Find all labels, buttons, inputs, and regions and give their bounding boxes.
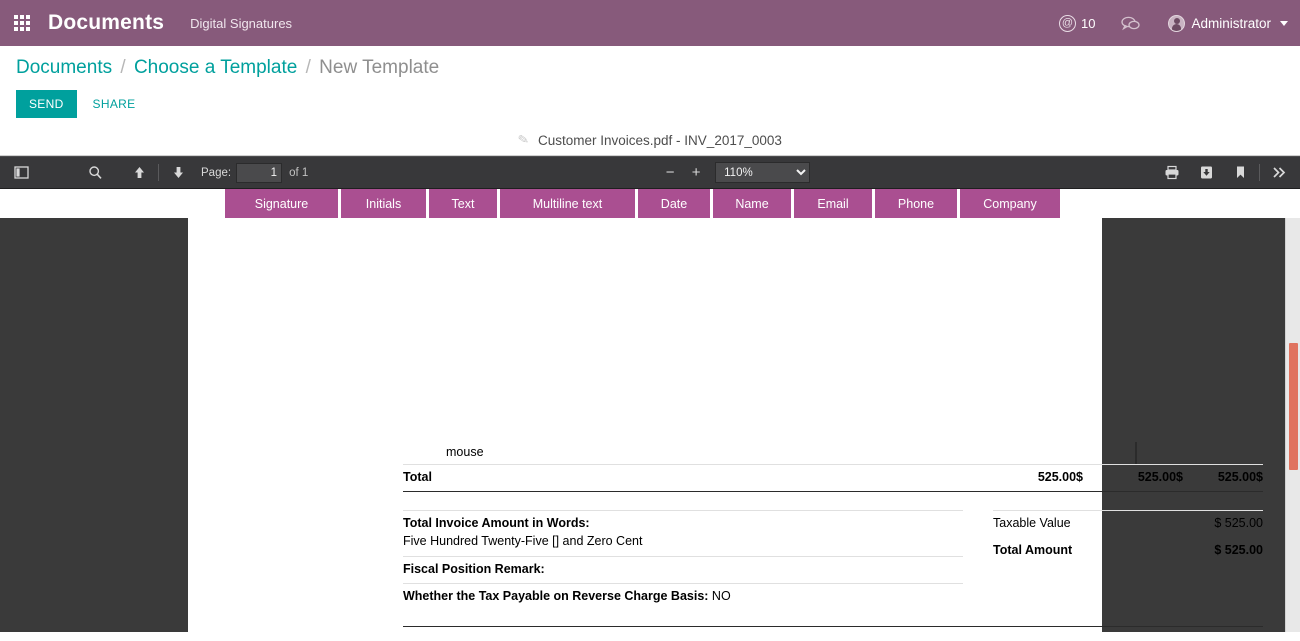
tab-name[interactable]: Name (713, 189, 791, 218)
tab-date[interactable]: Date (638, 189, 710, 218)
pdf-page[interactable]: mouse Total 525.00$ 525.00$ 525.00$ Tota… (188, 218, 1263, 632)
file-title-bar: ✎ Customer Invoices.pdf - INV_2017_0003 (0, 125, 1300, 156)
field-type-tabs: Signature Initials Text Multiline text D… (0, 189, 1300, 218)
tab-multiline-text[interactable]: Multiline text (500, 189, 635, 218)
zoom-select[interactable]: 110% (715, 162, 811, 183)
app-header: Documents Digital Signatures @ 10 Admini… (0, 0, 1300, 46)
amount-in-words-heading: Total Invoice Amount in Words: (403, 516, 590, 530)
rule-above-total (403, 464, 1263, 465)
fiscal-position-remark: Fiscal Position Remark: (403, 562, 545, 576)
reverse-charge-label: Whether the Tax Payable on Reverse Charg… (403, 589, 709, 603)
rule-above-reverse (403, 583, 963, 584)
scrollbar-thumb[interactable] (1289, 343, 1298, 470)
total-amount-value: $ 525.00 (1214, 543, 1263, 557)
double-chevron-right-icon[interactable] (1266, 162, 1292, 184)
amount-in-words-block: Total Invoice Amount in Words: Five Hund… (403, 516, 963, 548)
action-buttons: SEND SHARE (16, 90, 1300, 118)
header-right-tools: @ 10 Administrator (1059, 14, 1288, 32)
avatar (1168, 14, 1186, 32)
page-input[interactable] (236, 162, 283, 183)
taxable-value-amount: $ 525.00 (1214, 516, 1263, 530)
tax-summary: Taxable Value $ 525.00 Total Amount $ 52… (993, 516, 1263, 563)
total-value-3: 525.00$ (1217, 470, 1263, 484)
page-label: Page: (201, 166, 232, 179)
page-count: of 1 (289, 166, 309, 179)
tab-email[interactable]: Email (794, 189, 872, 218)
share-button[interactable]: SHARE (83, 90, 146, 118)
apps-grid-icon[interactable] (14, 15, 30, 31)
file-name: Customer Invoices.pdf - INV_2017_0003 (538, 132, 782, 148)
magnifier-icon[interactable] (82, 162, 108, 184)
chevron-down-icon (1280, 20, 1288, 26)
reverse-charge-value: NO (711, 589, 731, 603)
rule-above-terms (403, 626, 1263, 628)
toolbar-divider-2 (1259, 164, 1260, 181)
breadcrumb-separator-1: / (120, 57, 126, 78)
app-subtitle: Digital Signatures (190, 15, 293, 31)
control-panel: Documents / Choose a Template / New Temp… (0, 46, 1300, 118)
total-row: Total 525.00$ 525.00$ 525.00$ (403, 470, 1263, 484)
app-title: Documents (48, 11, 165, 34)
printer-icon[interactable] (1159, 162, 1185, 184)
vertical-scrollbar[interactable] (1285, 218, 1300, 632)
tab-initials[interactable]: Initials (341, 189, 426, 218)
rule-above-tax (993, 510, 1263, 511)
mentions-counter[interactable]: @ 10 (1059, 14, 1096, 32)
total-value-1: 525.00$ (1037, 470, 1083, 484)
tab-signature[interactable]: Signature (225, 189, 338, 218)
breadcrumb-documents[interactable]: Documents (16, 57, 112, 78)
mentions-count: 10 (1081, 15, 1096, 31)
reverse-charge-row: Whether the Tax Payable on Reverse Charg… (403, 589, 731, 603)
breadcrumb-separator-2: / (305, 57, 311, 78)
send-button[interactable]: SEND (16, 90, 77, 118)
chat-bubble-icon[interactable] (1121, 16, 1141, 31)
plus-icon[interactable]: + (683, 162, 709, 184)
total-amount-row: Total Amount $ 525.00 (993, 536, 1263, 563)
rule-below-total (403, 491, 1263, 493)
taxable-value-label: Taxable Value (993, 516, 1071, 530)
total-label: Total (403, 470, 432, 484)
breadcrumb-choose-template[interactable]: Choose a Template (134, 57, 297, 78)
minus-icon[interactable]: − (657, 162, 683, 184)
total-value-2: 525.00$ (1137, 470, 1183, 484)
sidebar-toggle-icon[interactable] (8, 162, 34, 184)
tab-company[interactable]: Company (960, 189, 1060, 218)
arrow-down-icon[interactable] (165, 162, 191, 184)
rule-above-fiscal (403, 556, 963, 557)
zoom-controls: − + 110% (657, 162, 811, 184)
pdf-toolbar-right (1159, 162, 1292, 184)
user-name: Administrator (1191, 15, 1271, 31)
taxable-value-row: Taxable Value $ 525.00 (993, 516, 1263, 536)
at-icon: @ (1059, 14, 1076, 32)
tab-phone[interactable]: Phone (875, 189, 957, 218)
breadcrumb: Documents / Choose a Template / New Temp… (16, 57, 1300, 79)
line-item-description: mouse (446, 445, 484, 459)
amount-in-words-value: Five Hundred Twenty-Five [] and Zero Cen… (403, 534, 643, 548)
pdf-toolbar: Page: of 1 − + 110% (0, 156, 1300, 189)
download-icon[interactable] (1193, 162, 1219, 184)
pencil-icon[interactable]: ✎ (517, 131, 531, 149)
user-menu[interactable]: Administrator (1168, 14, 1288, 32)
tab-text[interactable]: Text (429, 189, 497, 218)
total-amount-label: Total Amount (993, 543, 1073, 557)
pdf-viewer: mouse Total 525.00$ 525.00$ 525.00$ Tota… (0, 218, 1300, 632)
text-caret (1135, 442, 1137, 464)
bookmark-icon[interactable] (1227, 162, 1253, 184)
breadcrumb-current: New Template (319, 57, 440, 78)
arrow-up-icon[interactable] (126, 162, 152, 184)
rule-above-words (403, 510, 963, 511)
toolbar-divider-1 (158, 164, 159, 181)
